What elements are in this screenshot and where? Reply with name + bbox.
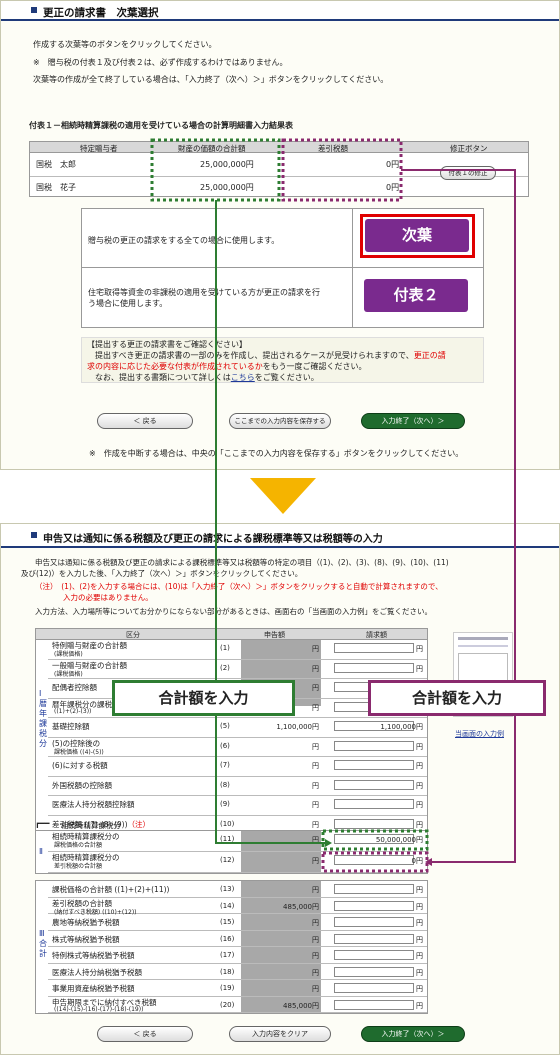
- callout-tax: 合計額を入力: [368, 680, 546, 716]
- tax-highlight: [281, 138, 403, 202]
- callout-amount: 合計額を入力: [112, 680, 295, 716]
- amount-arrowhead: [325, 839, 332, 847]
- amount-highlight: [150, 138, 281, 202]
- total-tax-highlight: [321, 851, 429, 873]
- annotation-overlay: [150, 138, 516, 873]
- total-amount-highlight: [321, 829, 429, 851]
- tax-arrow-line: [401, 169, 516, 863]
- amount-arrow-line: [215, 200, 325, 844]
